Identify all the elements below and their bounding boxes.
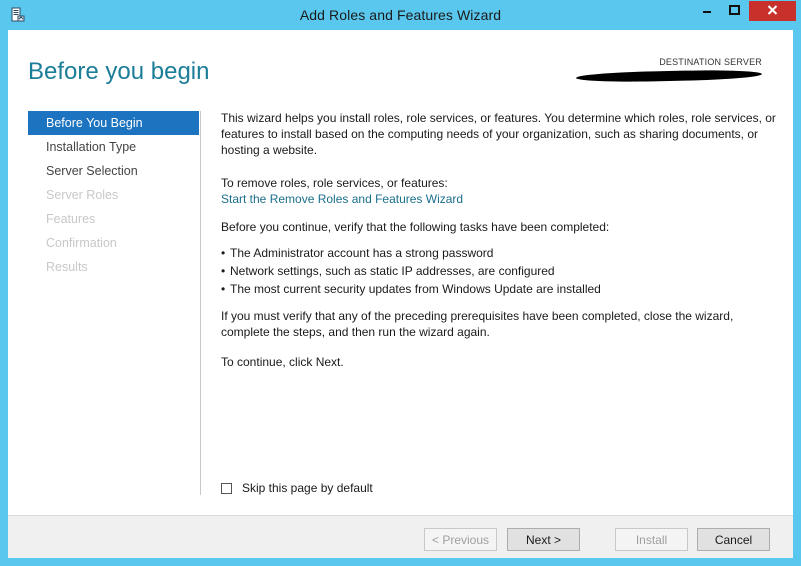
nav-step-results: Results	[46, 260, 88, 274]
nav-step-installation-type[interactable]: Installation Type	[28, 135, 199, 159]
maximize-icon	[729, 2, 740, 20]
close-icon	[767, 2, 778, 20]
list-item: Network settings, such as static IP addr…	[221, 262, 601, 280]
nav-step-before-you-begin[interactable]: Before You Begin	[28, 111, 199, 135]
button-bar: < Previous Next > Install Cancel	[8, 515, 793, 558]
next-button[interactable]: Next >	[507, 528, 580, 551]
skip-page-option[interactable]: Skip this page by default	[221, 481, 373, 495]
page-title: Before you begin	[28, 58, 210, 85]
close-button[interactable]	[749, 1, 796, 21]
previous-button[interactable]: < Previous	[424, 528, 497, 551]
title-bar[interactable]: Add Roles and Features Wizard	[0, 0, 801, 30]
prerequisite-note: If you must verify that any of the prece…	[221, 309, 734, 339]
maximize-button[interactable]	[721, 1, 748, 21]
intro-text: This wizard helps you install roles, rol…	[221, 111, 776, 157]
window-title: Add Roles and Features Wizard	[299, 7, 502, 23]
install-button[interactable]: Install	[615, 528, 688, 551]
nav-step-server-selection[interactable]: Server Selection	[28, 159, 199, 183]
skip-page-label: Skip this page by default	[242, 481, 373, 495]
destination-server-redacted	[575, 69, 763, 83]
list-item: The Administrator account has a strong p…	[221, 244, 601, 262]
skip-page-checkbox[interactable]	[221, 482, 232, 494]
wizard-window: Add Roles and Features Wizard Before you…	[0, 0, 801, 566]
prerequisite-list: The Administrator account has a strong p…	[221, 244, 601, 298]
minimize-button[interactable]	[693, 1, 720, 21]
nav-step-confirmation: Confirmation	[46, 236, 117, 250]
minimize-icon	[702, 2, 712, 20]
remove-roles-label: To remove roles, role services, or featu…	[221, 176, 448, 190]
wizard-steps-nav: Before You Begin Installation Type Serve…	[28, 111, 199, 279]
destination-server-label: DESTINATION SERVER	[659, 57, 762, 67]
wizard-body: Before you begin DESTINATION SERVER Befo…	[8, 30, 793, 558]
verify-tasks-label: Before you continue, verify that the fol…	[221, 220, 610, 234]
nav-step-features: Features	[46, 212, 96, 226]
continue-instruction: To continue, click Next.	[221, 355, 344, 369]
list-item: The most current security updates from W…	[221, 280, 601, 298]
nav-step-server-roles: Server Roles	[46, 188, 119, 202]
cancel-button[interactable]: Cancel	[697, 528, 770, 551]
nav-divider	[200, 111, 201, 495]
remove-roles-link[interactable]: Start the Remove Roles and Features Wiza…	[221, 191, 463, 207]
